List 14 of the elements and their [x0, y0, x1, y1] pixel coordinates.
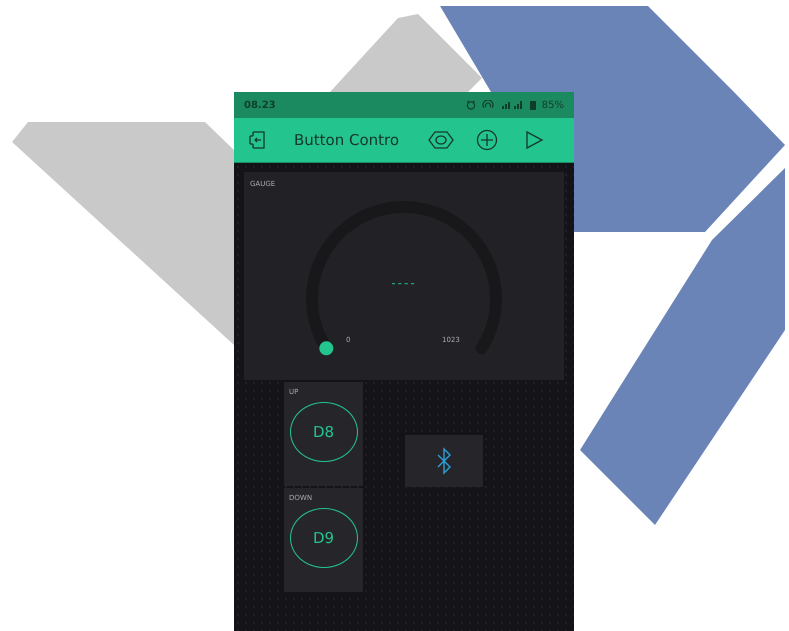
- gauge-value: ----: [390, 276, 418, 290]
- hexagon-icon[interactable]: [428, 130, 454, 150]
- push-button[interactable]: D9: [290, 508, 358, 568]
- battery-level: 85%: [542, 100, 564, 110]
- status-time: 08.23: [244, 100, 277, 110]
- bluetooth-icon[interactable]: [436, 446, 452, 475]
- play-icon[interactable]: [524, 130, 544, 150]
- hotspot-icon: [482, 100, 494, 110]
- project-title: Button Contro: [294, 131, 400, 149]
- add-icon[interactable]: [476, 129, 498, 151]
- battery-icon: [530, 100, 536, 110]
- signal-icon: [500, 100, 524, 110]
- alarm-icon: [466, 100, 476, 110]
- push-button[interactable]: D8: [290, 402, 358, 462]
